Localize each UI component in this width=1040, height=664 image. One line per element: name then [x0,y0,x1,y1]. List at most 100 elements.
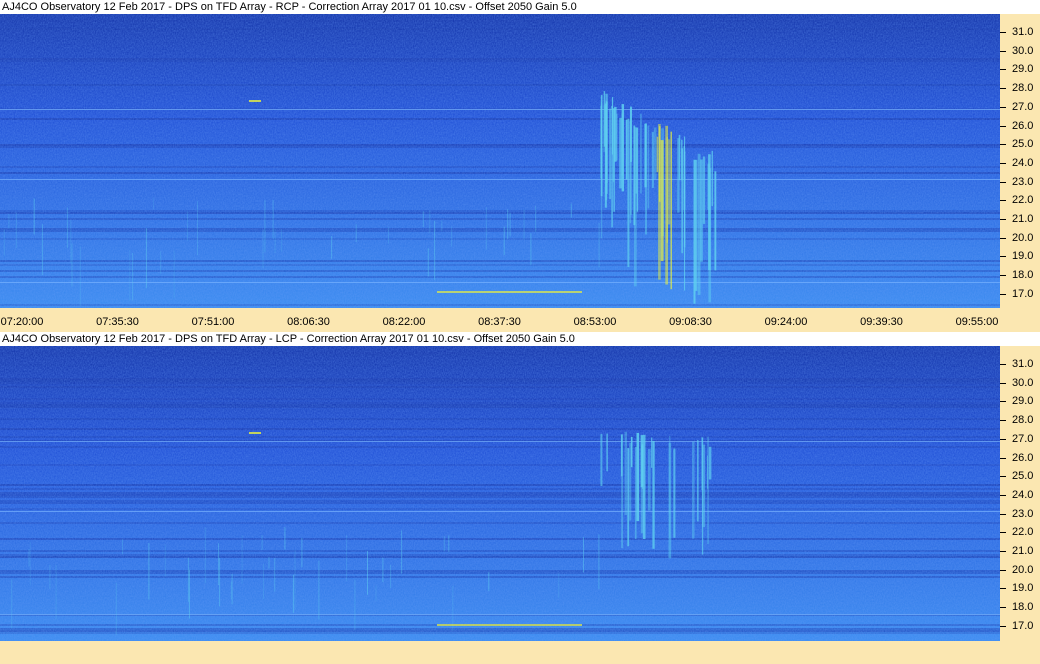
frequency-tick [1000,607,1006,609]
time-label: 08:06:30 [287,316,330,328]
frequency-tick [1000,513,1006,515]
time-label: 07:51:00 [191,316,235,328]
faint-streak [264,200,266,253]
frequency-label: 29.0 [1012,395,1034,408]
frequency-label: 19.0 [1012,582,1034,595]
frequency-label: 23.0 [1012,175,1034,188]
burst-streak [629,442,632,521]
burst-streak [616,113,618,161]
time-label: 07:35:30 [96,316,139,328]
frequency-label: 24.0 [1012,488,1034,501]
spectrogram-canvas [0,14,1000,308]
faint-streak [401,530,403,574]
faint-streak [122,539,123,555]
frequency-tick [1000,237,1006,239]
faint-streak [451,226,453,247]
burst-streak [651,131,654,188]
burst-streak [700,159,703,262]
time-label: 09:08:30 [669,316,712,328]
faint-streak [354,579,356,630]
faint-streak [49,564,51,589]
faint-streak [145,228,147,289]
burst-streak [609,108,611,200]
burst-streak [667,139,671,225]
burst-streak [640,435,644,488]
frequency-tick [1000,551,1006,552]
burst-streak [625,119,628,180]
burst-streak [694,159,698,291]
noise-overlay [0,346,1000,641]
burst-streak [653,127,657,180]
time-label: 09:24:00 [764,316,808,328]
faint-streak [281,229,283,252]
faint-streak [507,209,509,239]
faint-streak [160,251,162,274]
faint-streak [274,558,276,592]
faint-streak [583,537,584,573]
burst-streak [670,131,672,290]
frequency-label: 20.0 [1012,231,1034,244]
burst-streak [678,134,681,181]
frequency-label: 30.0 [1012,44,1034,57]
faint-streak [187,211,188,241]
burst-streak [673,448,676,538]
faint-streak [219,557,221,607]
burst-streak [627,118,630,268]
faint-streak [292,574,294,613]
frequency-tick [1000,457,1006,459]
faint-streak [355,224,357,242]
burst-streak [651,437,653,468]
frequency-tick [1000,438,1006,440]
frequency-tick [1000,382,1006,384]
frequency-tick [1000,420,1006,422]
faint-streak [11,579,13,629]
burst-streak [640,113,642,194]
frequency-label: 18.0 [1012,269,1034,282]
rcp-spectrogram[interactable] [0,14,1000,308]
frequency-label: 26.0 [1012,119,1034,132]
faint-streak [268,557,270,569]
frequency-tick [1000,293,1006,295]
faint-streak [230,581,232,599]
faint-streak [488,572,490,592]
frequency-label: 21.0 [1012,213,1034,225]
frequency-tick [1000,144,1006,146]
lcp-spectrogram[interactable] [0,346,1000,641]
burst-streak [606,433,608,472]
bottom-strip [0,641,1040,664]
burst-streak [660,140,664,262]
frequency-tick [1000,625,1006,627]
burst-streak [647,125,650,209]
faint-streak [441,220,443,232]
burst-streak [707,436,709,545]
frequency-label: 26.0 [1012,451,1034,464]
faint-streak [55,564,57,620]
burst-streak [605,93,608,194]
faint-streak [173,250,175,299]
burst-streak [692,441,695,539]
faint-streak [318,560,320,620]
frequency-tick [1000,88,1006,90]
faint-streak [148,543,150,600]
burst-streak [659,126,661,202]
faint-streak [485,207,487,250]
frequency-label: 27.0 [1012,432,1034,445]
frequency-label: 28.0 [1012,414,1034,427]
frequency-tick [1000,569,1006,571]
faint-streak [434,220,436,280]
faint-streak [301,537,303,568]
burst-streak [702,156,706,224]
frequency-label: 20.0 [1012,563,1034,576]
faint-streak [241,535,243,584]
burst-streak [624,431,627,515]
faint-streak [382,557,384,583]
interference-segment [437,291,582,293]
faint-streak [503,226,505,256]
frequency-label: 25.0 [1012,138,1034,151]
burst-streak [600,102,603,239]
faint-streak [29,541,31,586]
burst-streak [665,125,668,285]
frequency-label: 25.0 [1012,470,1034,483]
faint-streak [79,246,81,307]
rcp-frequency-axis: 31.0 30.0 29.0 28.0 27.0 26.0 25.0 24.0 23.0 22.0… [1000,14,1040,308]
